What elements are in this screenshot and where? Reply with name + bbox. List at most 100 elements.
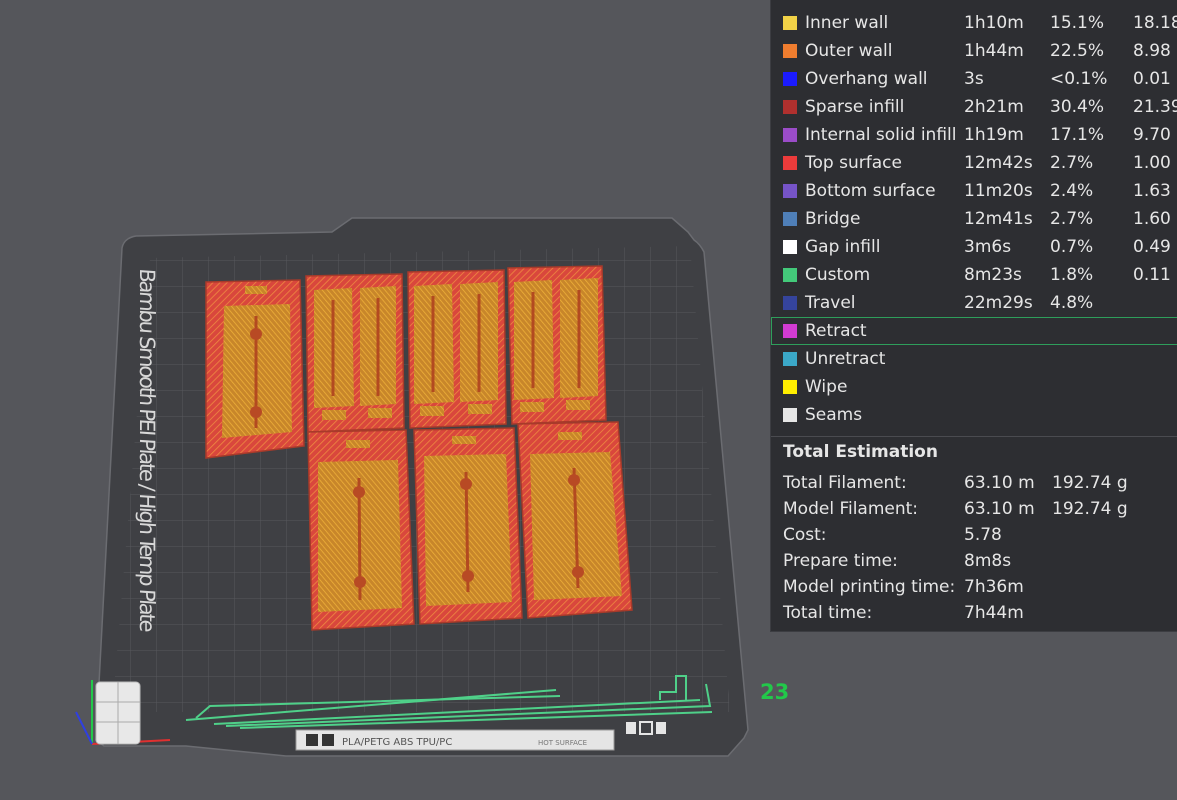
- legend-time: 3s: [964, 69, 984, 89]
- legend-color-swatch: [783, 268, 797, 282]
- legend-time: 8m23s: [964, 265, 1022, 285]
- legend-percent: 17.1%: [1050, 125, 1105, 145]
- legend-color-swatch: [783, 184, 797, 198]
- legend-name: Outer wall: [805, 41, 893, 61]
- legend-color-swatch: [783, 128, 797, 142]
- gcode-legend-panel: Inner wall 1h10m 15.1% 18.18 Outer wall 1h44m…: [770, 0, 1177, 632]
- estimation-label: Cost:: [783, 525, 827, 545]
- legend-row[interactable]: Unretract: [771, 345, 1177, 373]
- estimation-label: Prepare time:: [783, 551, 898, 571]
- legend-name: Unretract: [805, 349, 886, 369]
- legend-name: Seams: [805, 405, 863, 425]
- legend-color-swatch: [783, 156, 797, 170]
- legend-time: 12m41s: [964, 209, 1033, 229]
- legend-percent: 0.7%: [1050, 237, 1094, 257]
- legend-percent: 2.7%: [1050, 209, 1094, 229]
- legend-row[interactable]: Custom 8m23s 1.8% 0.11 m: [771, 261, 1177, 289]
- legend-name: Retract: [805, 321, 867, 341]
- legend-percent: <0.1%: [1050, 69, 1108, 89]
- layer-number: 23: [760, 680, 789, 704]
- legend-usage: 0.11 m: [1133, 265, 1177, 285]
- estimation-label: Total time:: [783, 603, 873, 623]
- estimation-value: 7h36m: [964, 577, 1024, 597]
- legend-name: Custom: [805, 265, 871, 285]
- legend-usage: 8.98 m: [1133, 41, 1177, 61]
- estimation-value: 63.10 m: [964, 473, 1035, 493]
- legend-percent: 4.8%: [1050, 293, 1094, 313]
- legend-time: 12m42s: [964, 153, 1033, 173]
- filament-strip: PLA/PETG ABS TPU/PC HOT SURFACE: [295, 729, 615, 751]
- legend-usage: 9.70 m: [1133, 125, 1177, 145]
- divider: [771, 436, 1177, 437]
- legend-color-swatch: [783, 212, 797, 226]
- legend-usage: 1.60 m: [1133, 209, 1177, 229]
- legend-usage: 18.18: [1133, 13, 1177, 33]
- legend-percent: 2.4%: [1050, 181, 1094, 201]
- estimation-value: 63.10 m: [964, 499, 1035, 519]
- legend-row[interactable]: Bridge 12m41s 2.7% 1.60 m: [771, 205, 1177, 233]
- svg-text:HOT SURFACE: HOT SURFACE: [538, 739, 587, 747]
- legend-color-swatch: [783, 380, 797, 394]
- legend-row[interactable]: Sparse infill 2h21m 30.4% 21.39: [771, 93, 1177, 121]
- legend-time: 1h19m: [964, 125, 1024, 145]
- legend-row[interactable]: Wipe: [771, 373, 1177, 401]
- legend-color-swatch: [783, 16, 797, 30]
- estimation-value-secondary: 192.74 g: [1052, 473, 1128, 493]
- legend-percent: 2.7%: [1050, 153, 1094, 173]
- legend-time: 11m20s: [964, 181, 1033, 201]
- legend-row[interactable]: Inner wall 1h10m 15.1% 18.18: [771, 9, 1177, 37]
- total-estimation-title: Total Estimation: [783, 442, 938, 462]
- plate-label: Bambu Smooth PEI Plate / High Temp Plate: [135, 268, 160, 634]
- legend-name: Bottom surface: [805, 181, 936, 201]
- legend-row[interactable]: Retract: [771, 317, 1177, 345]
- legend-name: Sparse infill: [805, 97, 905, 117]
- legend-color-swatch: [783, 44, 797, 58]
- legend-row[interactable]: Seams: [771, 401, 1177, 429]
- legend-time: 2h21m: [964, 97, 1024, 117]
- legend-row[interactable]: Travel 22m29s 4.8%: [771, 289, 1177, 317]
- legend-time: 1h44m: [964, 41, 1024, 61]
- legend-usage: 0.49 m: [1133, 237, 1177, 257]
- legend-name: Wipe: [805, 377, 848, 397]
- legend-color-swatch: [783, 408, 797, 422]
- legend-time: 22m29s: [964, 293, 1033, 313]
- legend-color-swatch: [783, 296, 797, 310]
- legend-time: 1h10m: [964, 13, 1024, 33]
- legend-row[interactable]: Bottom surface 11m20s 2.4% 1.63 m: [771, 177, 1177, 205]
- legend-color-swatch: [783, 100, 797, 114]
- svg-text:PLA/PETG ABS TPU/PC: PLA/PETG ABS TPU/PC: [342, 737, 452, 748]
- legend-row[interactable]: Overhang wall 3s <0.1% 0.01 m: [771, 65, 1177, 93]
- legend-usage: 1.63 m: [1133, 181, 1177, 201]
- estimation-label: Model Filament:: [783, 499, 919, 519]
- legend-name: Inner wall: [805, 13, 889, 33]
- legend-name: Internal solid infill: [805, 125, 957, 145]
- legend-percent: 15.1%: [1050, 13, 1105, 33]
- legend-percent: 30.4%: [1050, 97, 1105, 117]
- legend-percent: 22.5%: [1050, 41, 1105, 61]
- legend-color-swatch: [783, 72, 797, 86]
- legend-usage: 21.39: [1133, 97, 1177, 117]
- legend-color-swatch: [783, 324, 797, 338]
- legend-color-swatch: [783, 240, 797, 254]
- estimation-label: Total Filament:: [783, 473, 907, 493]
- legend-time: 3m6s: [964, 237, 1012, 257]
- legend-name: Gap infill: [805, 237, 881, 257]
- estimation-value: 7h44m: [964, 603, 1024, 623]
- estimation-label: Model printing time:: [783, 577, 956, 597]
- legend-row[interactable]: Top surface 12m42s 2.7% 1.00 m: [771, 149, 1177, 177]
- legend-row[interactable]: Gap infill 3m6s 0.7% 0.49 m: [771, 233, 1177, 261]
- estimation-value: 8m8s: [964, 551, 1012, 571]
- legend-color-swatch: [783, 352, 797, 366]
- legend-row[interactable]: Outer wall 1h44m 22.5% 8.98 m: [771, 37, 1177, 65]
- legend-percent: 1.8%: [1050, 265, 1094, 285]
- legend-usage: 1.00 m: [1133, 153, 1177, 173]
- legend-row[interactable]: Internal solid infill 1h19m 17.1% 9.70 m: [771, 121, 1177, 149]
- legend-name: Top surface: [805, 153, 902, 173]
- estimation-value-secondary: 192.74 g: [1052, 499, 1128, 519]
- legend-name: Travel: [805, 293, 856, 313]
- legend-name: Overhang wall: [805, 69, 928, 89]
- view-cube-icon[interactable]: [95, 681, 141, 745]
- estimation-value: 5.78: [964, 525, 1002, 545]
- legend-usage: 0.01 m: [1133, 69, 1177, 89]
- legend-name: Bridge: [805, 209, 861, 229]
